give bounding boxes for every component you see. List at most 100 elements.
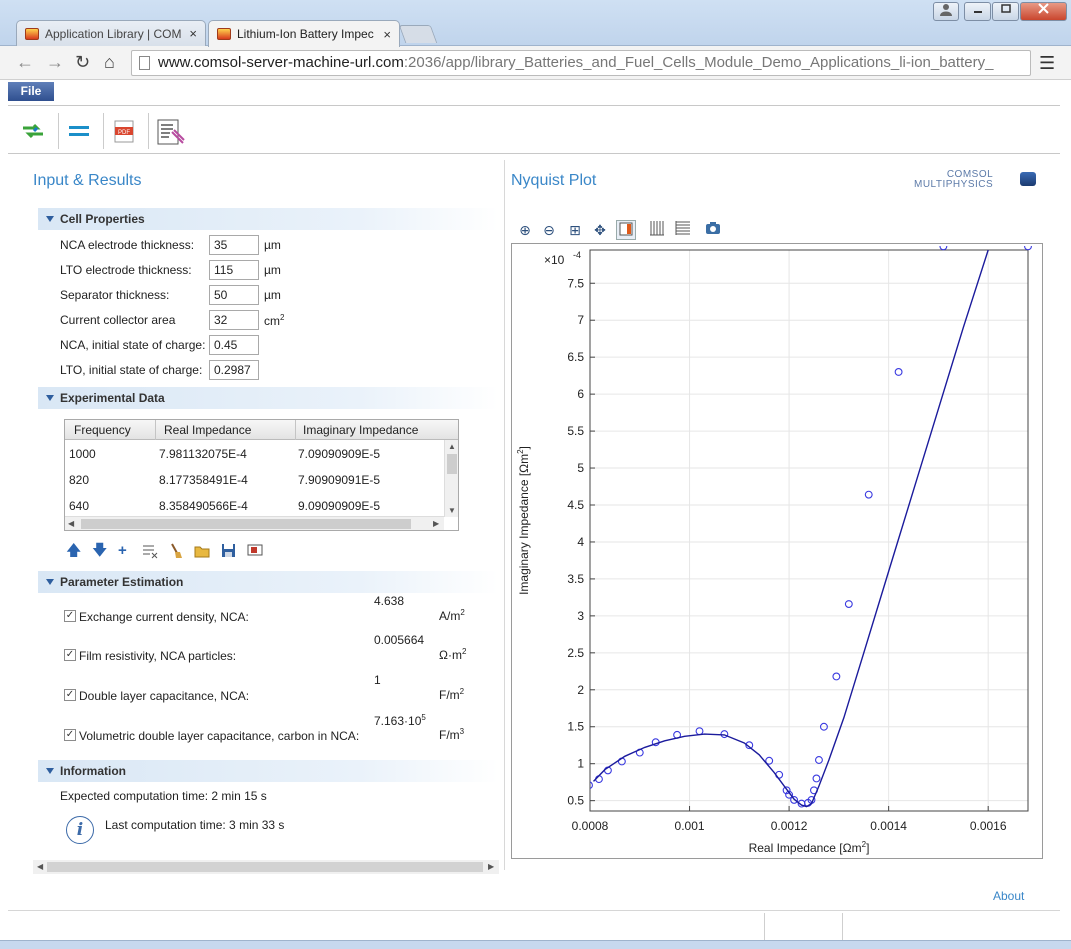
- scroll-left-icon[interactable]: ◀: [37, 862, 43, 871]
- experimental-data-table[interactable]: Frequency Real Impedance Imaginary Imped…: [64, 419, 459, 531]
- window-close-button[interactable]: [1020, 2, 1067, 21]
- table-horizontal-scrollbar[interactable]: ◀ ▶: [65, 516, 444, 530]
- y-multiplier-exponent: -4: [573, 250, 581, 260]
- tab-application-library[interactable]: Application Library | COM ×: [16, 20, 206, 46]
- tab-close-icon[interactable]: ×: [383, 27, 391, 42]
- nyquist-plot-svg[interactable]: 0.0008 0.001 0.0012 0.0014 0.0016 0.5 1 1.5 2 2.5…: [512, 244, 1044, 860]
- y-multiplier-label: ×10: [544, 253, 565, 267]
- column-header[interactable]: Imaginary Impedance: [303, 423, 418, 437]
- maximize-button[interactable]: [992, 2, 1019, 21]
- zoom-box-icon[interactable]: ⊞: [565, 220, 585, 240]
- minimize-icon: [973, 11, 982, 13]
- tab-lithium-ion-battery[interactable]: Lithium-Ion Battery Impec ×: [208, 20, 400, 47]
- x-tick-label: 0.0014: [870, 819, 907, 833]
- expand-triangle-icon: [46, 579, 54, 585]
- move-up-icon[interactable]: 🡅: [66, 543, 81, 559]
- save-icon[interactable]: [221, 543, 236, 562]
- x-tick-label: 0.001: [675, 819, 705, 833]
- minimize-button[interactable]: [964, 2, 991, 21]
- current-collector-area-row: Current collector area 32 cm2: [60, 310, 500, 330]
- import-data-icon[interactable]: [247, 543, 263, 561]
- panel-splitter[interactable]: [504, 160, 505, 870]
- cell-properties-header[interactable]: Cell Properties: [38, 208, 498, 230]
- ribbon-divider: [103, 113, 104, 149]
- move-down-icon[interactable]: 🡇: [92, 543, 107, 559]
- reset-icon[interactable]: [66, 118, 92, 144]
- file-menu-button[interactable]: File: [8, 82, 54, 101]
- clear-table-icon[interactable]: [142, 543, 158, 563]
- exchange-current-density-checkbox[interactable]: ✓: [64, 610, 76, 622]
- maximize-icon: [1000, 4, 1011, 13]
- tab-title: Application Library | COM: [45, 26, 182, 41]
- unit-label: cm2: [264, 313, 285, 328]
- expand-triangle-icon: [46, 395, 54, 401]
- scroll-thumb[interactable]: [447, 454, 457, 474]
- browser-menu-icon[interactable]: ☰: [1039, 53, 1055, 74]
- status-divider: [842, 913, 843, 940]
- column-header[interactable]: Real Impedance: [164, 423, 251, 437]
- back-arrow-icon[interactable]: ←: [16, 52, 34, 72]
- color-legend-toggle-icon[interactable]: [616, 220, 636, 240]
- field-label: Current collector area: [60, 313, 176, 327]
- open-folder-icon[interactable]: [194, 543, 211, 563]
- table-vertical-scrollbar[interactable]: ▲ ▼: [444, 440, 458, 517]
- new-tab-button[interactable]: [398, 25, 438, 43]
- parameter-label: Volumetric double layer capacitance, car…: [79, 729, 360, 743]
- lto-thickness-input[interactable]: 115: [209, 260, 259, 280]
- lto-soc-input[interactable]: 0.2987: [209, 360, 259, 380]
- experimental-data-point: [939, 246, 948, 251]
- broom-icon[interactable]: [168, 543, 184, 563]
- panel-horizontal-scrollbar[interactable]: ◀ ▶: [33, 860, 499, 874]
- unit-label: µm: [264, 238, 281, 252]
- scroll-thumb[interactable]: [81, 519, 411, 529]
- experimental-data-point: [864, 490, 873, 499]
- grid-horizontal-icon[interactable]: [673, 220, 693, 240]
- add-row-icon[interactable]: +: [118, 543, 127, 559]
- information-header[interactable]: Information: [38, 760, 498, 782]
- experimental-data-point: [695, 727, 704, 736]
- table-cell: 640: [69, 499, 90, 513]
- zoom-in-icon[interactable]: ⊕: [515, 220, 535, 240]
- separator-thickness-row: Separator thickness: 50 µm: [60, 285, 500, 305]
- volumetric-capacitance-checkbox[interactable]: ✓: [64, 729, 76, 741]
- double-layer-capacitance-row: ✓ Double layer capacitance, NCA: 1 F/m2: [64, 673, 484, 709]
- scroll-up-icon[interactable]: ▲: [448, 442, 456, 451]
- parameter-estimation-header[interactable]: Parameter Estimation: [38, 571, 498, 593]
- y-tick-label: 6.5: [567, 350, 584, 364]
- user-profile-button[interactable]: [933, 2, 959, 21]
- expand-triangle-icon: [46, 216, 54, 222]
- separator-thickness-input[interactable]: 50: [209, 285, 259, 305]
- address-bar[interactable]: www.comsol-server-machine-url.com:2036/a…: [131, 50, 1031, 76]
- scroll-thumb[interactable]: [47, 862, 483, 872]
- zoom-extents-icon[interactable]: ✥: [590, 220, 610, 240]
- parameter-value: 0.005664: [374, 633, 425, 647]
- y-tick-label: 2.5: [567, 646, 584, 660]
- scroll-right-icon[interactable]: ▶: [488, 862, 494, 871]
- grid-vertical-icon[interactable]: [647, 220, 667, 240]
- comsol-logo: COMSOL MULTIPHYSICS: [914, 170, 1036, 190]
- current-collector-area-input[interactable]: 32: [209, 310, 259, 330]
- pdf-report-icon[interactable]: PDF: [111, 118, 137, 144]
- tab-close-icon[interactable]: ×: [189, 26, 197, 41]
- home-icon[interactable]: ⌂: [104, 52, 115, 72]
- column-header[interactable]: Frequency: [74, 423, 131, 437]
- about-link[interactable]: About: [993, 889, 1024, 903]
- double-layer-capacitance-checkbox[interactable]: ✓: [64, 689, 76, 701]
- parameter-label: Double layer capacitance, NCA:: [79, 689, 250, 703]
- camera-icon[interactable]: [703, 220, 723, 240]
- y-axis-label: Imaginary Impedance [Ωm2]: [516, 446, 531, 595]
- zoom-out-icon[interactable]: ⊖: [539, 220, 559, 240]
- scroll-left-icon[interactable]: ◀: [68, 519, 74, 528]
- film-resistivity-checkbox[interactable]: ✓: [64, 649, 76, 661]
- nca-soc-input[interactable]: 0.45: [209, 335, 259, 355]
- nca-thickness-input[interactable]: 35: [209, 235, 259, 255]
- nyquist-plot-frame[interactable]: 0.0008 0.001 0.0012 0.0014 0.0016 0.5 1 1.5 2 2.5…: [511, 243, 1043, 859]
- scroll-right-icon[interactable]: ▶: [433, 519, 439, 528]
- documentation-icon[interactable]: [156, 118, 185, 145]
- scroll-down-icon[interactable]: ▼: [448, 506, 456, 515]
- reload-icon[interactable]: ↻: [75, 52, 90, 72]
- app-ribbon: PDF: [8, 107, 1060, 154]
- compute-icon[interactable]: [20, 118, 46, 144]
- experimental-data-header[interactable]: Experimental Data: [38, 387, 498, 409]
- forward-arrow-icon[interactable]: →: [46, 52, 64, 72]
